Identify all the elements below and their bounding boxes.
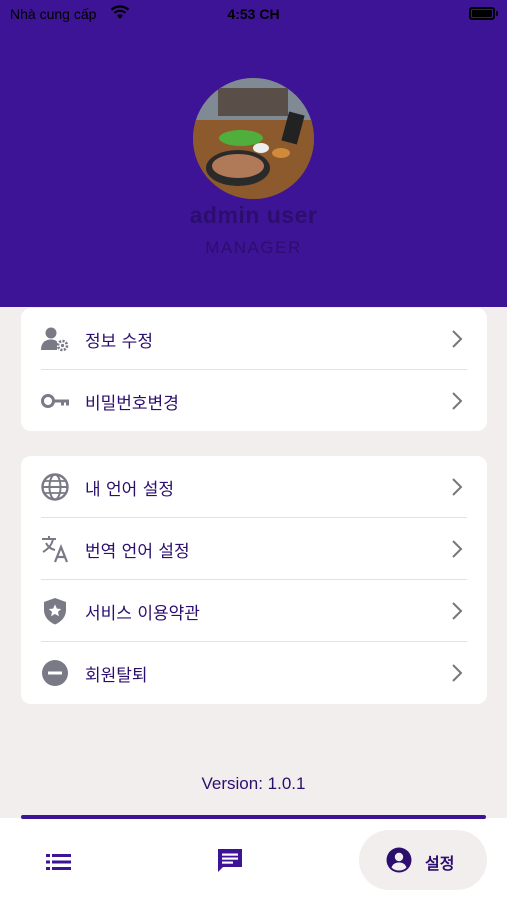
account-menu-card: 정보 수정 비밀번호변경 — [21, 308, 487, 431]
chevron-right-icon — [452, 330, 463, 348]
menu-item-terms-of-service[interactable]: 서비스 이용약관 — [21, 580, 487, 642]
tab-settings[interactable]: 설정 — [359, 830, 487, 890]
app-version: Version: 1.0.1 — [201, 774, 306, 793]
menu-item-delete-account[interactable]: 회원탈퇴 — [21, 642, 487, 704]
menu-item-label: 번역 언어 설정 — [85, 542, 190, 562]
user-name: admin user — [189, 202, 318, 228]
shield-star-icon — [44, 598, 66, 625]
chevron-right-icon — [452, 540, 463, 558]
menu-item-label: 내 언어 설정 — [85, 480, 175, 500]
menu-item-label: 비밀번호변경 — [85, 394, 179, 414]
menu-item-my-language[interactable]: 내 언어 설정 — [21, 456, 487, 518]
battery-icon — [469, 7, 498, 20]
chevron-right-icon — [452, 392, 463, 410]
tab-settings-label: 설정 — [425, 854, 455, 873]
menu-item-change-password[interactable]: 비밀번호변경 — [21, 370, 487, 432]
status-bar: Nhà cung cấp 4:53 CH — [0, 0, 507, 30]
settings-menu-card: 내 언어 설정 번역 언어 설정 서비스 이용약관 회원탈퇴 — [21, 456, 487, 704]
minus-circle-icon — [42, 660, 68, 686]
translate-icon — [42, 536, 69, 563]
chevron-right-icon — [452, 664, 463, 682]
key-icon — [41, 394, 69, 408]
list-icon[interactable] — [46, 851, 72, 873]
avatar[interactable] — [193, 78, 314, 199]
menu-item-label: 회원탈퇴 — [85, 666, 148, 686]
menu-item-label: 서비스 이용약관 — [85, 604, 200, 624]
globe-icon — [41, 473, 69, 501]
status-time: 4:53 CH — [227, 6, 280, 22]
bottom-navigation: 설정 — [0, 815, 507, 900]
menu-item-edit-profile[interactable]: 정보 수정 — [21, 308, 487, 370]
bottom-nav-accent-line — [21, 815, 486, 819]
account-circle-icon — [386, 847, 412, 873]
chevron-right-icon — [452, 478, 463, 496]
menu-item-label: 정보 수정 — [85, 332, 153, 352]
user-gear-icon — [41, 327, 69, 352]
chat-icon[interactable] — [215, 846, 245, 876]
chevron-right-icon — [452, 602, 463, 620]
user-role: MANAGER — [205, 238, 302, 257]
menu-item-translation-language[interactable]: 번역 언어 설정 — [21, 518, 487, 580]
